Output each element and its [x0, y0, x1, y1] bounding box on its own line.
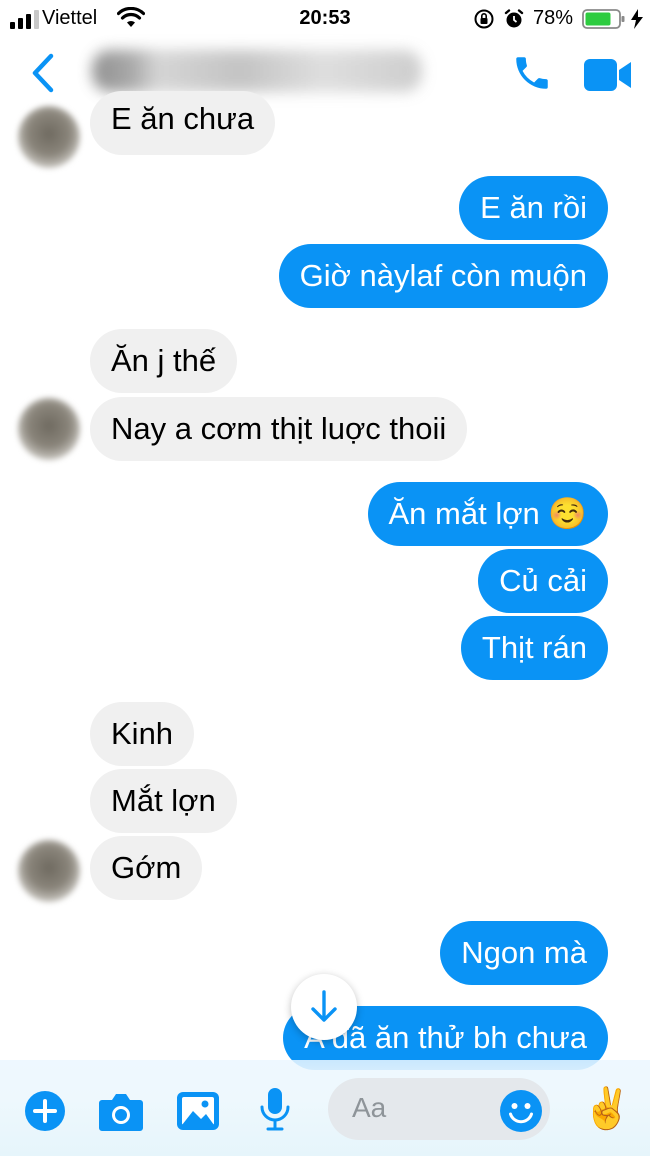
battery-percent: 78%	[533, 7, 574, 29]
carrier-name: Viettel	[42, 7, 98, 29]
contact-avatar	[18, 398, 80, 460]
wifi-icon	[117, 7, 145, 27]
charging-bolt-icon	[631, 9, 643, 29]
message-incoming[interactable]: Nay a cơm thịt luợc thoii	[90, 397, 468, 461]
message-outgoing[interactable]: Thịt rán	[460, 616, 608, 680]
microphone-icon[interactable]	[258, 1086, 292, 1132]
plus-icon[interactable]	[24, 1090, 66, 1132]
battery-icon	[582, 9, 625, 29]
message-incoming[interactable]: Mắt lợn	[90, 769, 237, 833]
phone-icon[interactable]	[511, 52, 553, 94]
composer-bar: Aa ✌️	[0, 1060, 650, 1156]
message-outgoing[interactable]: Ăn mắt lợn ☺️	[367, 482, 608, 546]
contact-avatar	[18, 840, 80, 902]
signal-icon	[10, 10, 39, 29]
contact-avatar	[18, 106, 80, 168]
video-camera-icon[interactable]	[583, 58, 633, 92]
alarm-icon	[504, 9, 524, 28]
image-icon[interactable]	[176, 1091, 220, 1131]
message-outgoing[interactable]: Giờ nàylaf còn muộn	[278, 244, 608, 308]
chevron-left-icon[interactable]	[30, 53, 56, 93]
status-bar: Viettel 20:53 78%	[0, 0, 650, 36]
message-incoming[interactable]: E ăn chưa	[90, 91, 276, 155]
message-incoming[interactable]: Kinh	[90, 702, 195, 766]
message-input-placeholder: Aa	[352, 1092, 387, 1123]
message-outgoing[interactable]: E ăn rồi	[459, 176, 608, 240]
message-outgoing[interactable]: Ngon mà	[440, 921, 608, 985]
message-incoming[interactable]: Ăn j thế	[90, 329, 238, 393]
scroll-to-bottom-button[interactable]	[291, 974, 357, 1040]
victory-hand-icon[interactable]: ✌️	[582, 1086, 632, 1132]
message-incoming[interactable]: Gớm	[90, 836, 203, 900]
message-outgoing[interactable]: Củ cải	[478, 549, 608, 613]
contact-name-blurred[interactable]	[92, 50, 422, 92]
camera-icon[interactable]	[98, 1092, 144, 1132]
emoji-icon[interactable]	[499, 1089, 543, 1133]
orientation-lock-icon	[474, 9, 494, 29]
arrow-down-icon	[311, 990, 337, 1022]
